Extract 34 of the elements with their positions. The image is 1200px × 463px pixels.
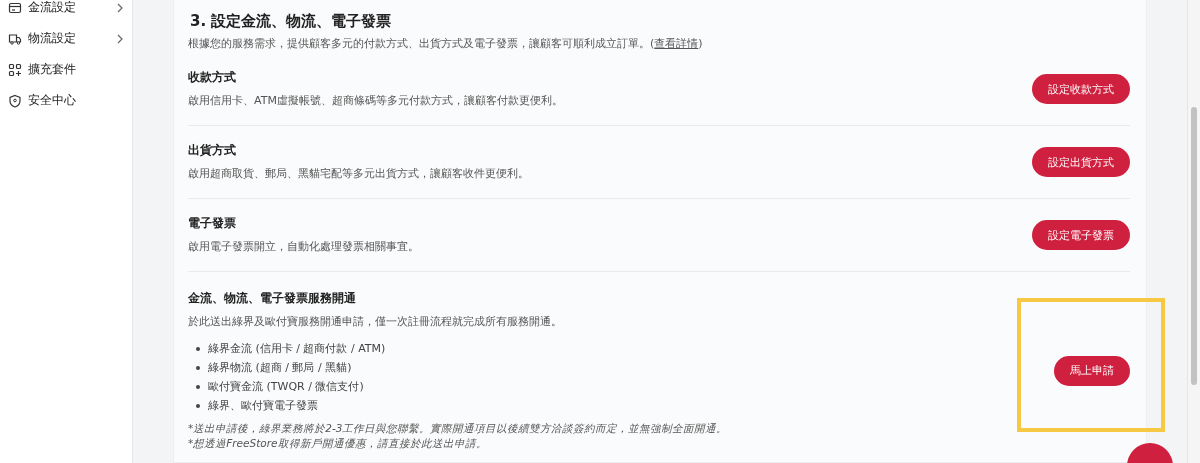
note-text: *送出申請後，綠界業務將於2-3工作日與您聯繫。實際開通項目以後續雙方洽談簽約而定，並無強制全面開通。 — [188, 421, 729, 436]
bullet-icon — [196, 403, 200, 408]
application-description: 於此送出綠界及歐付寶服務開通申請，僅一次註冊流程就完成所有服務開通。 — [188, 314, 563, 330]
setting-title: 出貨方式 — [188, 141, 237, 159]
shield-icon — [8, 93, 22, 108]
service-item: 綠界金流 (信用卡 / 超商付款 / ATM) — [208, 341, 386, 357]
setup-button[interactable]: 設定電子發票 — [1032, 220, 1130, 250]
bullet-icon — [196, 365, 200, 370]
apply-button[interactable]: 馬上申請 — [1054, 355, 1130, 386]
service-item: 歐付寶金流 (TWQR / 微信支付) — [208, 379, 364, 395]
setting-description: 啟用超商取貨、郵局、黑貓宅配等多元出貨方式，讓顧客收件更便利。 — [188, 165, 530, 182]
details-link[interactable]: 查看詳情 — [654, 37, 699, 50]
scrollbar[interactable] — [1187, 0, 1200, 463]
card-icon — [8, 0, 22, 15]
setting-description: 啟用電子發票開立，自動化處理發票相關事宜。 — [188, 238, 420, 255]
grid-icon — [8, 62, 22, 77]
bullet-icon — [196, 346, 200, 351]
application-title: 金流、物流、電子發票服務開通 — [188, 290, 357, 307]
sidebar-item[interactable]: 擴充套件 — [0, 54, 132, 85]
section-title: 3. 設定金流、物流、電子發票 — [190, 12, 393, 31]
setting-title: 收款方式 — [188, 68, 237, 86]
truck-icon — [8, 31, 22, 46]
section-description: 根據您的服務需求，提供顧客多元的付款方式、出貨方式及電子發票，讓顧客可順利成立訂單。(查看詳情) — [188, 36, 704, 52]
setting-description: 啟用信用卡、ATM虛擬帳號、超商條碼等多元付款方式，讓顧客付款更便利。 — [188, 92, 564, 109]
setup-button[interactable]: 設定出貨方式 — [1032, 147, 1130, 177]
sidebar-item[interactable]: 物流設定 — [0, 23, 132, 54]
service-item: 綠界物流 (超商 / 郵局 / 黑貓) — [208, 360, 352, 376]
setup-button[interactable]: 設定收款方式 — [1032, 74, 1130, 104]
bullet-icon — [196, 384, 200, 389]
sidebar-item[interactable]: 安全中心 — [0, 85, 132, 116]
sidebar-item[interactable]: 金流設定 — [0, 0, 132, 23]
setting-title: 電子發票 — [188, 214, 237, 232]
note-text: *想透過FreeStore取得新戶開通優惠，請直接於此送出申請。 — [188, 436, 488, 451]
service-item: 綠界、歐付寶電子發票 — [208, 398, 318, 414]
